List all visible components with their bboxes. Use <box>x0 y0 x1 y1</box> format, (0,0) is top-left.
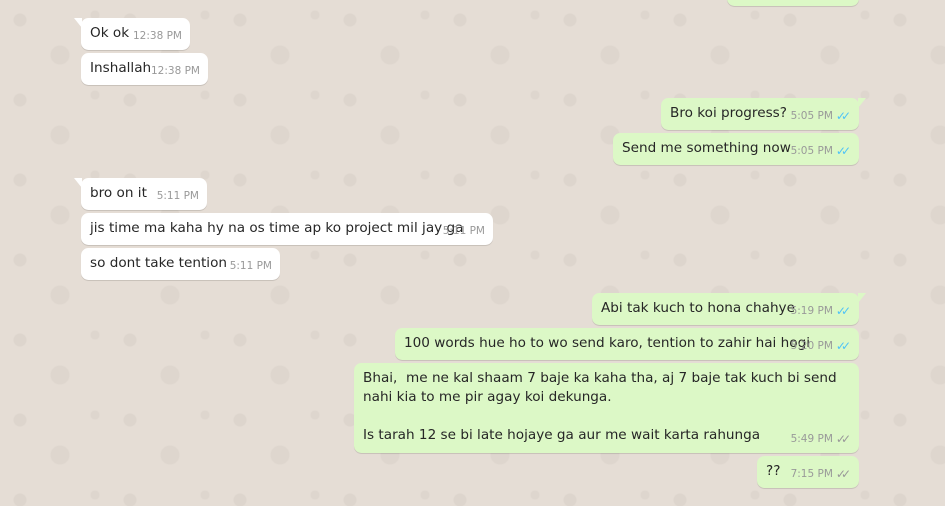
message-bubble-incoming[interactable]: bro on it 5:11 PM <box>74 178 207 210</box>
read-receipt-icon: ✓✓ <box>835 304 851 318</box>
message-timestamp: 5:11 PM <box>229 260 272 272</box>
read-receipt-icon: ✓✓ <box>835 109 851 123</box>
message-text: Bhai, me ne kal shaam 7 baje ka kaha tha… <box>363 370 837 443</box>
message-text: Send me something now <box>622 140 791 156</box>
message-text: jis time ma kaha hy na os time ap ko pro… <box>90 220 464 236</box>
message-timestamp: 5:19 PM ✓✓ <box>791 302 851 321</box>
chat-message-list[interactable]: Ok ok 12:38 PM Inshallah 12:38 PM Bro ko… <box>0 0 945 506</box>
message-timestamp: 12:38 PM <box>151 65 200 77</box>
read-receipt-icon: ✓✓ <box>835 144 851 158</box>
message-bubble-outgoing[interactable] <box>727 0 859 6</box>
message-bubble-outgoing[interactable]: 100 words hue ho to wo send karo, tentio… <box>395 328 859 360</box>
message-timestamp: 12:38 PM <box>133 30 182 42</box>
message-text: Ok ok <box>90 25 130 41</box>
message-bubble-incoming[interactable]: Inshallah 12:38 PM <box>81 53 208 85</box>
message-timestamp: 5:05 PM ✓✓ <box>791 107 851 126</box>
message-timestamp: 5:11 PM <box>156 190 199 202</box>
message-bubble-outgoing[interactable]: Bro koi progress? 5:05 PM ✓✓ <box>661 98 866 130</box>
message-bubble-outgoing[interactable]: Bhai, me ne kal shaam 7 baje ka kaha tha… <box>354 363 859 453</box>
message-timestamp: 5:49 PM ✓✓ <box>791 430 851 449</box>
message-text: Bro koi progress? <box>670 105 787 121</box>
message-text: bro on it <box>90 185 147 201</box>
message-timestamp: 5:11 PM <box>442 225 485 237</box>
message-bubble-incoming[interactable]: so dont take tention 5:11 PM <box>81 248 280 280</box>
message-text: Inshallah <box>90 60 152 76</box>
message-timestamp: 5:05 PM ✓✓ <box>791 142 851 161</box>
message-bubble-outgoing[interactable]: Abi tak kuch to hona chahye 5:19 PM ✓✓ <box>592 293 866 325</box>
message-text: 100 words hue ho to wo send karo, tentio… <box>404 335 810 351</box>
message-bubble-incoming[interactable]: Ok ok 12:38 PM <box>74 18 190 50</box>
read-receipt-icon: ✓✓ <box>835 339 851 353</box>
message-timestamp: 7:15 PM ✓✓ <box>791 465 851 484</box>
delivered-receipt-icon: ✓✓ <box>835 432 851 446</box>
message-bubble-outgoing[interactable]: ?? 7:15 PM ✓✓ <box>757 456 859 488</box>
message-text: Abi tak kuch to hona chahye <box>601 300 795 316</box>
delivered-receipt-icon: ✓✓ <box>835 467 851 481</box>
message-bubble-outgoing[interactable]: Send me something now 5:05 PM ✓✓ <box>613 133 859 165</box>
message-bubble-incoming[interactable]: jis time ma kaha hy na os time ap ko pro… <box>81 213 493 245</box>
message-timestamp: 5:20 PM ✓✓ <box>791 337 851 356</box>
message-text: ?? <box>766 463 781 479</box>
message-text: so dont take tention <box>90 255 228 271</box>
